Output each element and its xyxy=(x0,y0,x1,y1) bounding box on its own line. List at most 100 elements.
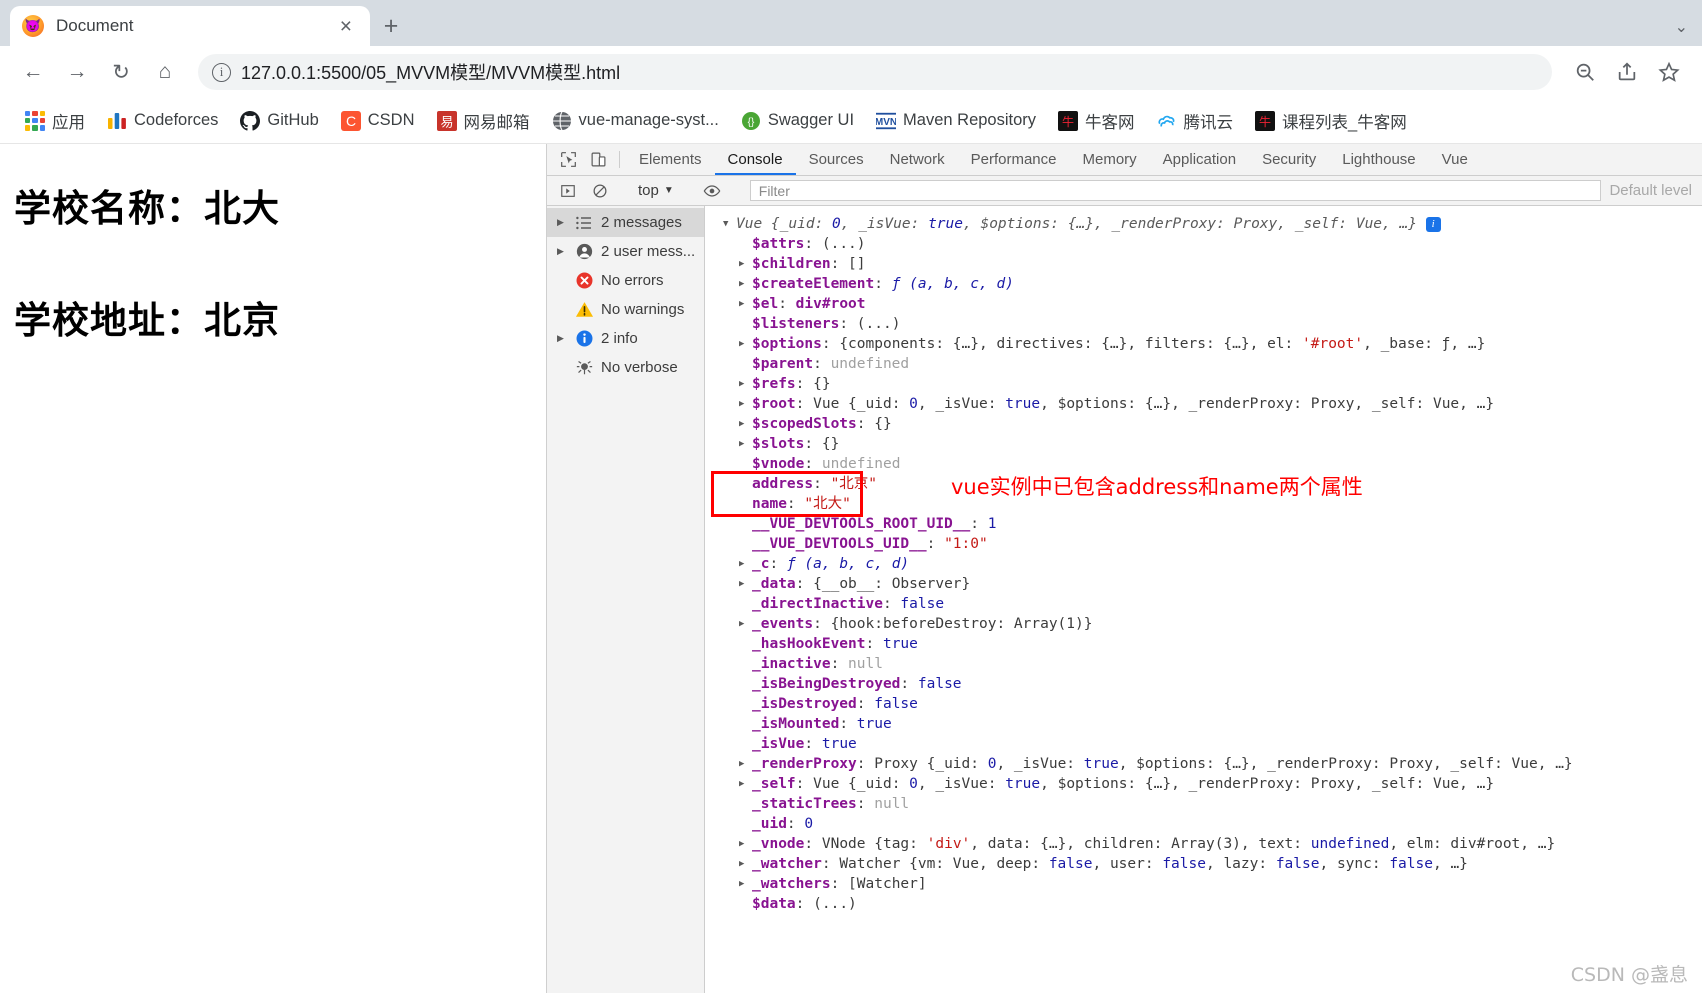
share-icon[interactable] xyxy=(1608,53,1646,91)
tab-elements[interactable]: Elements xyxy=(626,144,715,175)
sidebar-item-errors[interactable]: ▶ No errors xyxy=(547,266,704,295)
tab-lighthouse[interactable]: Lighthouse xyxy=(1329,144,1428,175)
console-output[interactable]: ▼Vue {_uid: 0, _isVue: true, $options: {… xyxy=(705,206,1702,993)
verbose-icon xyxy=(574,358,594,378)
tab-memory[interactable]: Memory xyxy=(1070,144,1150,175)
bookmark-apps[interactable]: 应用 xyxy=(16,105,94,137)
info-icon xyxy=(574,329,594,349)
search-minus-icon[interactable] xyxy=(1566,53,1604,91)
bookmark-tencent-cloud[interactable]: 腾讯云 xyxy=(1148,105,1243,137)
sidebar-item-warnings[interactable]: ▶ No warnings xyxy=(547,295,704,324)
site-info-icon[interactable]: i xyxy=(212,63,231,82)
sidebar-item-user-messages[interactable]: ▶ 2 user mess... xyxy=(547,237,704,266)
inspect-cursor-icon[interactable] xyxy=(553,144,583,175)
console-property-row[interactable]: ▶$createElement: ƒ (a, b, c, d) xyxy=(723,274,1702,294)
back-button[interactable]: ← xyxy=(14,53,52,91)
github-icon xyxy=(240,111,260,131)
execution-context-label: top xyxy=(638,182,659,199)
tab-console[interactable]: Console xyxy=(715,144,796,175)
tab-network[interactable]: Network xyxy=(877,144,958,175)
bookmark-maven-repository[interactable]: MVN Maven Repository xyxy=(867,107,1045,135)
console-property-row[interactable]: ▶_vnode: VNode {tag: 'div', data: {…}, c… xyxy=(723,834,1702,854)
show-console-sidebar-icon[interactable] xyxy=(553,183,583,199)
console-property-row[interactable]: ▶$attrs: (...) xyxy=(723,234,1702,254)
console-property-row[interactable]: ▶_renderProxy: Proxy {_uid: 0, _isVue: t… xyxy=(723,754,1702,774)
chevron-right-icon[interactable]: ▶ xyxy=(557,217,567,228)
forward-button[interactable]: → xyxy=(58,53,96,91)
console-property-row[interactable]: ▶$root: Vue {_uid: 0, _isVue: true, $opt… xyxy=(723,394,1702,414)
browser-tabstrip: 😈 Document × + ⌄ xyxy=(0,0,1702,46)
browser-tab[interactable]: 😈 Document × xyxy=(10,6,370,46)
bookmark-course-list-nowcoder[interactable]: 牛 课程列表_牛客网 xyxy=(1246,105,1416,137)
bookmark-github[interactable]: GitHub xyxy=(231,107,327,135)
console-property-row[interactable]: ▶__VUE_DEVTOOLS_ROOT_UID__: 1 xyxy=(723,514,1702,534)
tab-sources[interactable]: Sources xyxy=(796,144,877,175)
bookmark-netease-mail[interactable]: 易 网易邮箱 xyxy=(428,105,539,137)
console-property-row[interactable]: ▶$scopedSlots: {} xyxy=(723,414,1702,434)
address-bar[interactable]: i 127.0.0.1:5500/05_MVVM模型/MVVM模型.html xyxy=(198,54,1552,90)
console-property-row[interactable]: ▶_isBeingDestroyed: false xyxy=(723,674,1702,694)
log-level-selector[interactable]: Default level xyxy=(1609,182,1702,199)
console-property-row[interactable]: ▶_watcher: Watcher {vm: Vue, deep: false… xyxy=(723,854,1702,874)
console-property-row[interactable]: ▶_hasHookEvent: true xyxy=(723,634,1702,654)
bookmark-star-icon[interactable] xyxy=(1650,53,1688,91)
chevron-down-icon[interactable]: ⌄ xyxy=(1675,17,1688,37)
console-property-row[interactable]: ▶_self: Vue {_uid: 0, _isVue: true, $opt… xyxy=(723,774,1702,794)
home-button[interactable]: ⌂ xyxy=(146,53,184,91)
console-property-row[interactable]: ▶_isDestroyed: false xyxy=(723,694,1702,714)
bookmark-label: vue-manage-syst... xyxy=(579,111,719,130)
console-property-row[interactable]: ▶_staticTrees: null xyxy=(723,794,1702,814)
console-property-row[interactable]: ▶$listeners: (...) xyxy=(723,314,1702,334)
address-bar-url: 127.0.0.1:5500/05_MVVM模型/MVVM模型.html xyxy=(241,59,620,85)
clear-console-icon[interactable] xyxy=(585,183,615,199)
new-tab-button[interactable]: + xyxy=(370,6,412,46)
console-property-row[interactable]: ▶_data: {__ob__: Observer} xyxy=(723,574,1702,594)
tab-application[interactable]: Application xyxy=(1150,144,1249,175)
devtools-panel: Elements Console Sources Network Perform… xyxy=(547,144,1702,993)
console-log-entry[interactable]: ▼Vue {_uid: 0, _isVue: true, $options: {… xyxy=(723,214,1702,234)
bookmark-label: 课程列表_牛客网 xyxy=(1282,109,1407,133)
bookmark-nowcoder[interactable]: 牛 牛客网 xyxy=(1049,105,1144,137)
console-property-row[interactable]: ▶$refs: {} xyxy=(723,374,1702,394)
tab-performance[interactable]: Performance xyxy=(958,144,1070,175)
close-icon[interactable]: × xyxy=(334,16,358,37)
chevron-down-icon: ▼ xyxy=(664,185,674,196)
tab-vue[interactable]: Vue xyxy=(1429,144,1481,175)
bookmark-codeforces[interactable]: Codeforces xyxy=(98,107,227,135)
bookmark-csdn[interactable]: C CSDN xyxy=(332,107,424,135)
filter-input[interactable] xyxy=(750,180,1602,201)
console-property-row[interactable]: ▶_c: ƒ (a, b, c, d) xyxy=(723,554,1702,574)
console-property-row[interactable]: ▶$el: div#root xyxy=(723,294,1702,314)
live-expression-icon[interactable] xyxy=(697,182,727,200)
console-property-row[interactable]: ▶_inactive: null xyxy=(723,654,1702,674)
tab-title: Document xyxy=(56,16,322,36)
sidebar-item-info[interactable]: ▶ 2 info xyxy=(547,324,704,353)
bookmarks-bar: 应用 Codeforces GitHub C CSDN 易 网易邮箱 xyxy=(0,98,1702,144)
console-property-row[interactable]: ▶$slots: {} xyxy=(723,434,1702,454)
console-property-row[interactable]: ▶_watchers: [Watcher] xyxy=(723,874,1702,894)
console-property-row[interactable]: ▶__VUE_DEVTOOLS_UID__: "1:0" xyxy=(723,534,1702,554)
console-property-row[interactable]: ▶$parent: undefined xyxy=(723,354,1702,374)
sidebar-item-messages[interactable]: ▶ 2 messages xyxy=(547,208,704,237)
tab-security[interactable]: Security xyxy=(1249,144,1329,175)
bookmark-swagger-ui[interactable]: {} Swagger UI xyxy=(732,107,863,135)
console-property-row[interactable]: ▶$options: {components: {…}, directives:… xyxy=(723,334,1702,354)
reload-button[interactable]: ↻ xyxy=(102,53,140,91)
console-property-row[interactable]: ▶_isMounted: true xyxy=(723,714,1702,734)
school-name-line: 学校名称：北大 xyxy=(14,178,546,232)
device-toolbar-icon[interactable] xyxy=(583,144,613,175)
console-property-row[interactable]: ▶_directInactive: false xyxy=(723,594,1702,614)
bookmark-vue-manage-system[interactable]: vue-manage-syst... xyxy=(543,107,728,135)
tencent-cloud-icon xyxy=(1157,111,1177,131)
execution-context-selector[interactable]: top ▼ xyxy=(632,182,680,199)
console-property-row[interactable]: ▶$data: (...) xyxy=(723,894,1702,914)
console-property-row[interactable]: ▶_events: {hook:beforeDestroy: Array(1)} xyxy=(723,614,1702,634)
chevron-right-icon[interactable]: ▶ xyxy=(557,333,567,344)
chevron-right-icon[interactable]: ▶ xyxy=(557,246,567,257)
devtools-tabbar: Elements Console Sources Network Perform… xyxy=(547,144,1702,176)
console-property-row[interactable]: ▶_uid: 0 xyxy=(723,814,1702,834)
sidebar-item-verbose[interactable]: ▶ No verbose xyxy=(547,353,704,382)
console-property-row[interactable]: ▶_isVue: true xyxy=(723,734,1702,754)
console-property-row[interactable]: ▶$children: [] xyxy=(723,254,1702,274)
console-sidebar: ▶ 2 messages ▶ 2 user mess... xyxy=(547,206,705,993)
